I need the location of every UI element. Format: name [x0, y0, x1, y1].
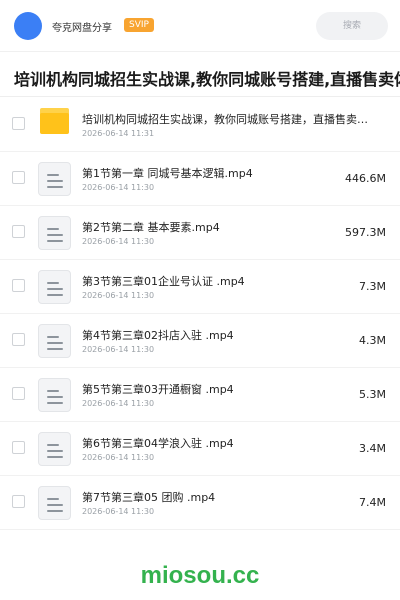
file-date: 2026-06-14 11:30: [82, 399, 155, 408]
share-header: 夸克网盘分享 SVIP 搜索: [0, 0, 400, 52]
row-checkbox[interactable]: [12, 117, 25, 130]
list-item[interactable]: 第1节第一章 同城号基本逻辑.mp4 2026-06-14 11:30 446.…: [0, 152, 400, 206]
row-checkbox[interactable]: [12, 225, 25, 238]
video-file-icon: [38, 162, 71, 196]
list-item[interactable]: 第3节第三章01企业号认证 .mp4 2026-06-14 11:30 7.3M: [0, 260, 400, 314]
file-date: 2026-06-14 11:30: [82, 507, 155, 516]
list-item[interactable]: 第5节第三章03开通橱窗 .mp4 2026-06-14 11:30 5.3M: [0, 368, 400, 422]
file-date: 2026-06-14 11:30: [82, 291, 155, 300]
list-item[interactable]: 第7节第三章05 团购 .mp4 2026-06-14 11:30 7.4M: [0, 476, 400, 530]
page-title: 培训机构同城招生实战课,教你同城账号搭建,直播售卖体验课: [14, 70, 400, 89]
watermark: miosou.cc: [140, 562, 260, 589]
video-file-icon: [38, 486, 71, 520]
file-name: 第7节第三章05 团购 .mp4: [82, 491, 216, 504]
row-checkbox[interactable]: [12, 333, 25, 346]
file-name: 第5节第三章03开通橱窗 .mp4: [82, 383, 234, 396]
file-date: 2026-06-14 11:30: [82, 237, 155, 246]
file-date: 2026-06-14 11:30: [82, 183, 155, 192]
video-file-icon: [38, 378, 71, 412]
row-checkbox[interactable]: [12, 495, 25, 508]
file-name: 培训机构同城招生实战课，教你同城账号搭建，直播售卖体验课: [82, 113, 368, 126]
row-checkbox[interactable]: [12, 279, 25, 292]
video-file-icon: [38, 432, 71, 466]
file-name: 第1节第一章 同城号基本逻辑.mp4: [82, 167, 253, 180]
file-size: 3.4M: [359, 442, 386, 455]
list-item-folder[interactable]: 培训机构同城招生实战课，教你同城账号搭建，直播售卖体验课 2026-06-14 …: [0, 98, 400, 152]
title-bar: 培训机构同城招生实战课,教你同城账号搭建,直播售卖体验课: [0, 53, 400, 97]
row-checkbox[interactable]: [12, 387, 25, 400]
list-item[interactable]: 第6节第三章04学浪入驻 .mp4 2026-06-14 11:30 3.4M: [0, 422, 400, 476]
video-file-icon: [38, 216, 71, 250]
video-file-icon: [38, 324, 71, 358]
file-size: 7.3M: [359, 280, 386, 293]
row-checkbox[interactable]: [12, 441, 25, 454]
file-size: 5.3M: [359, 388, 386, 401]
list-item[interactable]: 第4节第三章02抖店入驻 .mp4 2026-06-14 11:30 4.3M: [0, 314, 400, 368]
file-name: 第6节第三章04学浪入驻 .mp4: [82, 437, 234, 450]
search-input[interactable]: 搜索: [316, 12, 388, 40]
video-file-icon: [38, 270, 71, 304]
file-name: 第3节第三章01企业号认证 .mp4: [82, 275, 245, 288]
sharer-name: 夸克网盘分享: [52, 23, 112, 34]
avatar[interactable]: [14, 12, 42, 40]
file-size: 597.3M: [345, 226, 386, 239]
file-name: 第2节第二章 基本要素.mp4: [82, 221, 220, 234]
row-checkbox[interactable]: [12, 171, 25, 184]
file-date: 2026-06-14 11:31: [82, 129, 155, 138]
file-date: 2026-06-14 11:30: [82, 453, 155, 462]
file-date: 2026-06-14 11:30: [82, 345, 155, 354]
file-size: 446.6M: [345, 172, 386, 185]
file-name: 第4节第三章02抖店入驻 .mp4: [82, 329, 234, 342]
file-size: 7.4M: [359, 496, 386, 509]
file-size: 4.3M: [359, 334, 386, 347]
svip-badge: SVIP: [124, 18, 154, 32]
folder-icon: [40, 108, 69, 134]
file-list: 培训机构同城招生实战课，教你同城账号搭建，直播售卖体验课 2026-06-14 …: [0, 98, 400, 530]
list-item[interactable]: 第2节第二章 基本要素.mp4 2026-06-14 11:30 597.3M: [0, 206, 400, 260]
